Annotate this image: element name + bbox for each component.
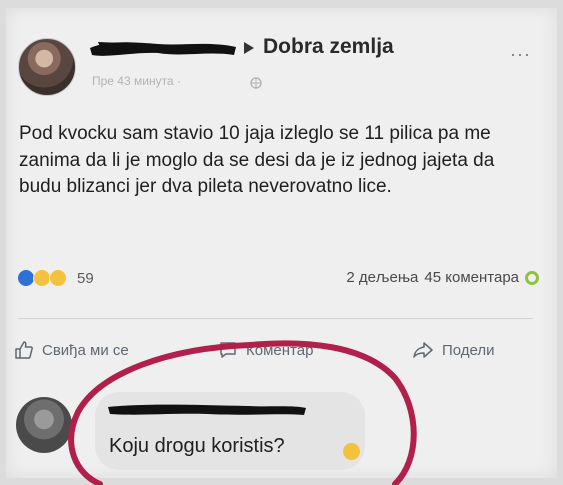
comment-label: Коментар	[246, 341, 314, 359]
post-text: Pod kvocku sam stavio 10 jaja izleglo se…	[19, 123, 495, 197]
post-timestamp[interactable]: Пре 43 минута ·	[92, 74, 181, 88]
laughing-emoji-icon	[343, 443, 360, 460]
like-icon	[15, 341, 33, 359]
share-label: Подели	[442, 341, 495, 359]
comment-text: Koju drogu koristis?	[109, 435, 285, 457]
comment-button[interactable]: Коментар	[218, 340, 313, 360]
commenter-avatar[interactable]	[16, 397, 72, 453]
more-icon[interactable]: ···	[510, 44, 531, 65]
comment-count[interactable]: 45 коментара	[424, 269, 519, 286]
globe-icon	[250, 76, 262, 89]
share-icon	[413, 342, 433, 358]
reaction-count: 59	[77, 269, 94, 287]
engagement-counts[interactable]: 2 дељења 45 коментара	[340, 269, 539, 286]
arrow-right-icon	[243, 41, 255, 55]
like-button[interactable]: Свиђа ми се	[14, 340, 129, 360]
wow-reaction-icon	[49, 269, 67, 287]
divider	[18, 318, 533, 319]
author-avatar[interactable]	[18, 38, 76, 96]
reactions-summary[interactable]: 59	[17, 268, 94, 288]
like-label: Свиђа ми се	[42, 341, 129, 359]
share-count[interactable]: 2 дељења	[346, 269, 418, 286]
comment-icon	[220, 342, 236, 358]
share-button[interactable]: Подели	[412, 340, 495, 360]
group-name[interactable]: Dobra zemlja	[263, 35, 394, 59]
loading-icon	[525, 270, 539, 285]
author-name-redacted	[88, 38, 238, 58]
commenter-name-redacted	[108, 401, 308, 419]
